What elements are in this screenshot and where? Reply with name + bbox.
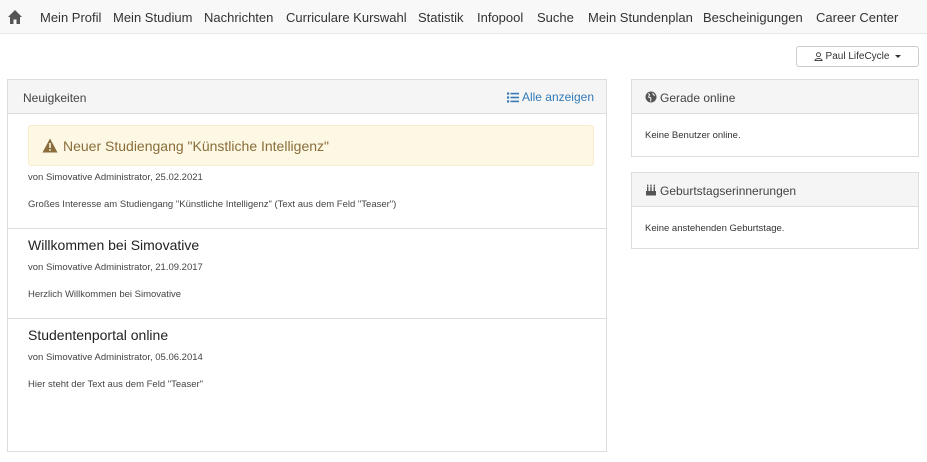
- nav-statistik[interactable]: Statistik: [418, 10, 464, 25]
- nav-mein-studium[interactable]: Mein Studium: [113, 10, 192, 25]
- nav-career-center[interactable]: Career Center: [816, 10, 898, 25]
- news-panel-header: Neuigkeiten Alle anzeigen: [8, 80, 606, 114]
- show-all-label: Alle anzeigen: [521, 90, 594, 104]
- news-item-title[interactable]: Studentenportal online: [28, 327, 168, 343]
- birthday-panel: Geburtstagserinnerungen Keine anstehende…: [631, 172, 919, 249]
- user-menu-label: Paul LifeCycle: [825, 51, 890, 62]
- home-icon[interactable]: [7, 9, 23, 25]
- birthday-heading: Geburtstagserinnerungen: [660, 184, 797, 198]
- nav-suche[interactable]: Suche: [537, 10, 574, 25]
- news-item-teaser: Herzlich Willkommen bei Simovative: [28, 289, 182, 300]
- list-icon: [506, 92, 519, 102]
- show-all-link[interactable]: Alle anzeigen: [506, 90, 594, 104]
- news-item-meta: von Simovative Administrator, 25.02.2021: [28, 172, 203, 183]
- news-item-teaser: Großes Interesse am Studiengang "Künstli…: [28, 199, 397, 210]
- nav-bescheinigungen[interactable]: Bescheinigungen: [703, 10, 803, 25]
- news-highlight-alert[interactable]: Neuer Studiengang "Künstliche Intelligen…: [28, 125, 594, 166]
- cake-icon: [646, 184, 656, 196]
- nav-mein-profil[interactable]: Mein Profil: [40, 10, 101, 25]
- news-heading: Neuigkeiten: [23, 91, 87, 105]
- divider: [8, 318, 606, 319]
- globe-icon: [645, 91, 657, 103]
- news-item-teaser: Hier steht der Text aus dem Feld "Teaser…: [28, 379, 204, 390]
- online-users-header: Gerade online: [632, 80, 918, 114]
- online-users-heading: Gerade online: [660, 91, 736, 105]
- news-item-meta: von Simovative Administrator, 21.09.2017: [28, 262, 203, 273]
- user-menu-button[interactable]: Paul LifeCycle: [796, 46, 919, 67]
- online-users-panel: Gerade online Keine Benutzer online.: [631, 79, 919, 157]
- news-item-title[interactable]: Willkommen bei Simovative: [28, 237, 199, 253]
- news-item-meta: von Simovative Administrator, 05.06.2014: [28, 352, 203, 363]
- news-item-title: Neuer Studiengang "Künstliche Intelligen…: [63, 138, 329, 154]
- nav-mein-stundenplan[interactable]: Mein Stundenplan: [588, 10, 693, 25]
- nav-infopool[interactable]: Infopool: [477, 10, 523, 25]
- nav-curriculare-kurswahl[interactable]: Curriculare Kurswahl: [286, 10, 407, 25]
- chevron-down-icon: [895, 55, 902, 58]
- birthday-header: Geburtstagserinnerungen: [632, 173, 918, 207]
- news-panel: Neuigkeiten Alle anzeigen Neuer Studieng…: [7, 79, 607, 452]
- birthday-text: Keine anstehenden Geburtstage.: [645, 223, 785, 234]
- user-icon: [813, 52, 823, 61]
- top-navbar: Mein Profil Mein Studium Nachrichten Cur…: [0, 0, 927, 34]
- divider: [8, 228, 606, 229]
- warning-icon: [42, 138, 58, 153]
- online-users-text: Keine Benutzer online.: [645, 130, 741, 141]
- nav-nachrichten[interactable]: Nachrichten: [204, 10, 273, 25]
